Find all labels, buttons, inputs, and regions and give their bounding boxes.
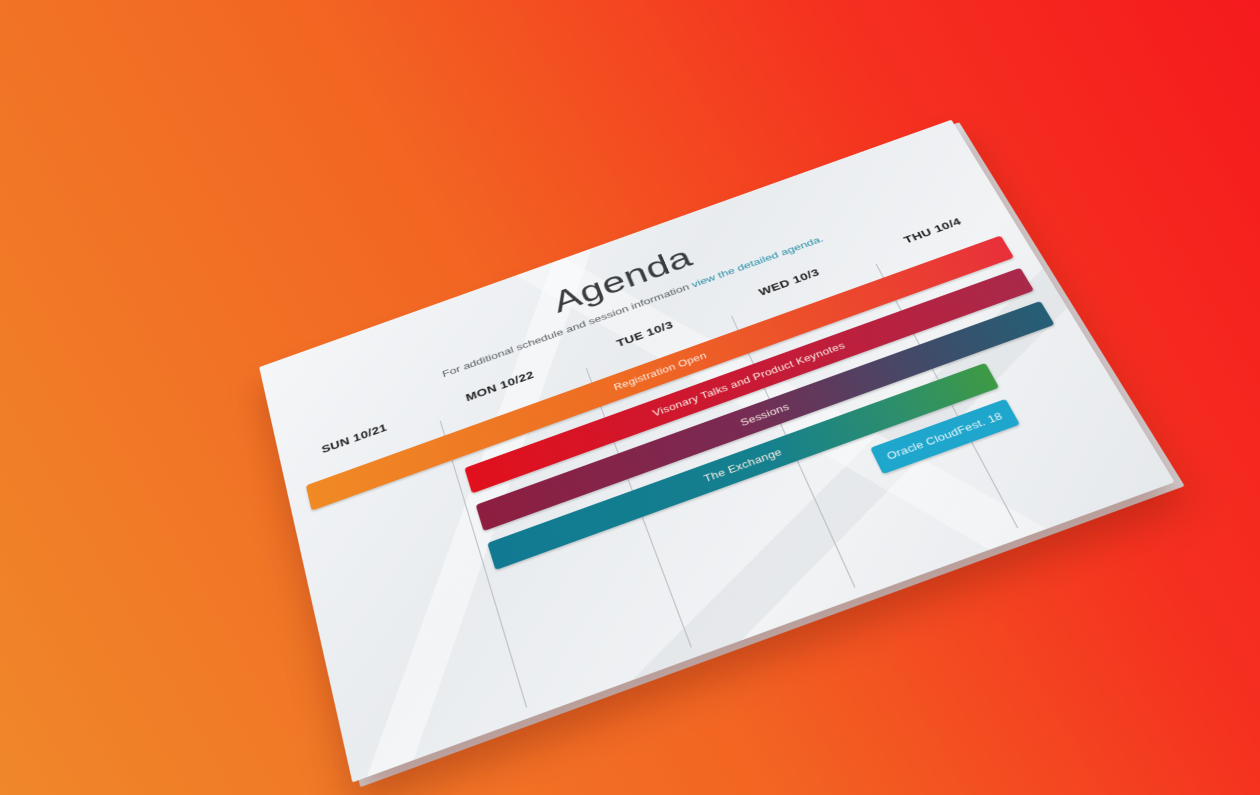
event-label: The Exchange [702, 447, 783, 485]
agenda-card: Agenda For additional schedule and sessi… [259, 120, 1175, 783]
event-label: Sessions [739, 401, 791, 428]
stage: Agenda For additional schedule and sessi… [0, 0, 1260, 795]
